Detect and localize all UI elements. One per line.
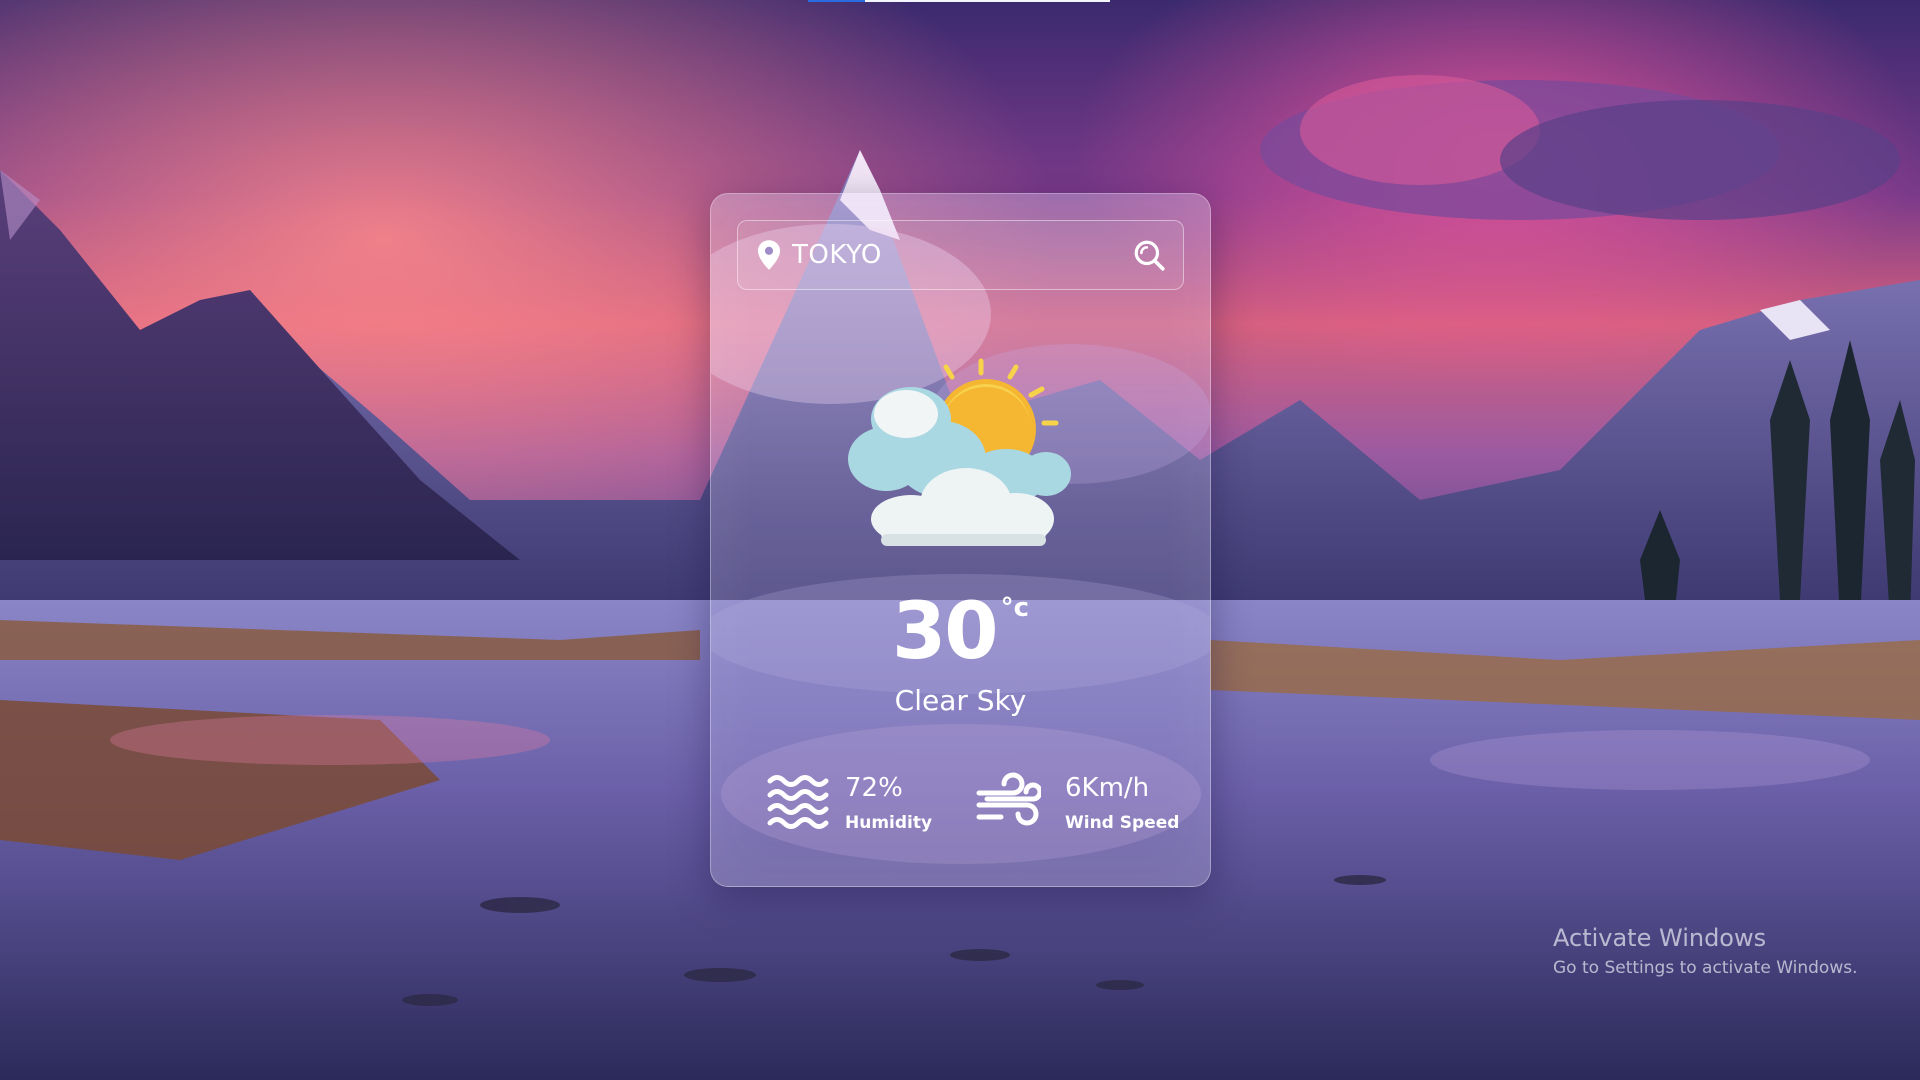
humidity-value: 72%: [845, 773, 903, 803]
temperature-display: 30 °c: [711, 587, 1210, 677]
wind-label: Wind Speed: [1065, 813, 1180, 833]
wind-icon: [976, 772, 1041, 826]
activate-windows-watermark: Activate Windows Go to Settings to activ…: [1553, 924, 1858, 978]
humidity-label: Humidity: [845, 813, 933, 833]
city-input[interactable]: [792, 237, 1112, 273]
city-search-bar: [737, 220, 1184, 290]
temperature-unit: °c: [1000, 593, 1029, 623]
wind-stat: 6Km/h Wind Speed: [975, 771, 1185, 841]
top-progress-bar: [808, 0, 1110, 2]
weather-card: 30°c Clear Sky 72% Humidity 6Km/h Wind S…: [710, 193, 1211, 887]
humidity-stat: 72% Humidity: [766, 771, 956, 841]
wind-value: 6Km/h: [1065, 773, 1150, 803]
temperature-value: 30: [892, 587, 999, 677]
top-progress-fill: [808, 0, 866, 2]
location-pin-icon: [757, 240, 781, 270]
partly-cloudy-sun-icon: [848, 358, 1071, 546]
humidity-waves-icon: [767, 775, 829, 829]
activate-windows-subtitle: Go to Settings to activate Windows.: [1553, 958, 1858, 978]
activate-windows-title: Activate Windows: [1553, 924, 1767, 952]
weather-description: Clear Sky: [894, 684, 1027, 717]
search-icon[interactable]: [1132, 238, 1166, 272]
